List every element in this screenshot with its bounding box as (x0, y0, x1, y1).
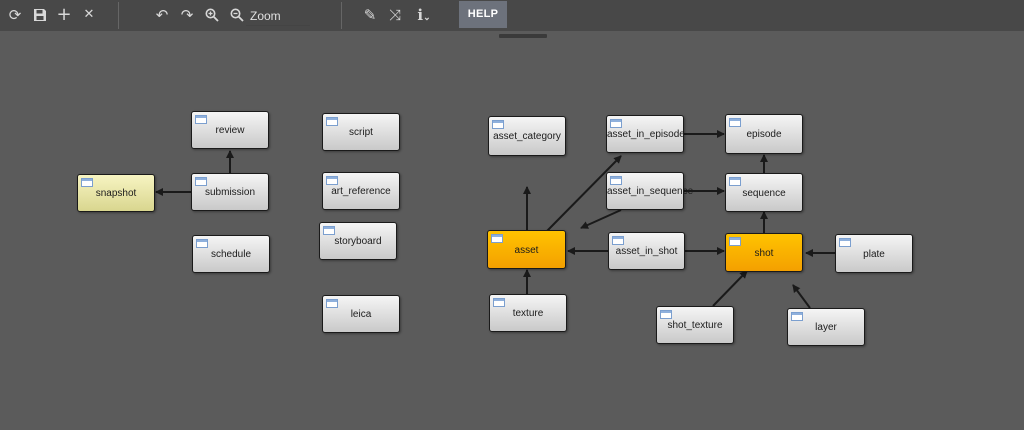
table-icon (326, 117, 338, 126)
node-art-reference[interactable]: art_reference (322, 172, 400, 210)
node-label: layer (815, 322, 837, 334)
node-label: shot (754, 247, 774, 259)
table-icon (195, 177, 207, 186)
node-submission[interactable]: submission (191, 173, 269, 211)
edge-layer-shot (792, 284, 811, 309)
table-icon (839, 238, 851, 247)
table-icon (326, 299, 338, 308)
node-shot[interactable]: shot (725, 233, 803, 272)
node-review[interactable]: review (191, 111, 269, 149)
node-leica[interactable]: leica (322, 295, 400, 333)
node-label: sequence (742, 187, 786, 199)
table-icon (610, 176, 622, 185)
node-label: asset_in_episode (607, 129, 685, 141)
table-icon (493, 298, 505, 307)
node-asset-category[interactable]: asset_category (488, 116, 566, 156)
node-label: schedule (210, 249, 252, 261)
table-icon (81, 178, 93, 187)
node-label: snapshot (95, 188, 137, 200)
node-label: texture (512, 308, 544, 320)
node-label: storyboard (334, 236, 382, 248)
node-plate[interactable]: plate (835, 234, 913, 273)
node-texture[interactable]: texture (489, 294, 567, 332)
node-label: asset (514, 244, 539, 256)
node-schedule[interactable]: schedule (192, 235, 270, 273)
node-asset-in-episode[interactable]: asset_in_episode (606, 115, 685, 153)
node-label: shot_texture (667, 320, 723, 332)
edge-asset-in-sequence-asset (580, 209, 622, 229)
table-icon (492, 120, 504, 129)
node-episode[interactable]: episode (725, 114, 803, 154)
node-label: episode (746, 129, 782, 141)
node-sequence[interactable]: sequence (725, 173, 803, 212)
node-asset-in-shot[interactable]: asset_in_shot (608, 232, 685, 270)
node-label: script (349, 127, 373, 139)
node-asset-in-sequence[interactable]: asset_in_sequence (606, 172, 694, 210)
table-icon (791, 312, 803, 321)
node-label: asset_in_shot (615, 246, 678, 258)
node-label: leica (350, 309, 372, 321)
node-snapshot[interactable]: snapshot (77, 174, 155, 212)
node-asset[interactable]: asset (487, 230, 566, 269)
table-icon (610, 119, 622, 128)
table-icon (491, 234, 503, 243)
node-label: asset_category (493, 131, 561, 143)
node-layer[interactable]: layer (787, 308, 865, 346)
node-label: asset_in_sequence (607, 186, 694, 198)
table-icon (660, 310, 672, 319)
node-shot-texture[interactable]: shot_texture (656, 306, 734, 344)
table-icon (196, 239, 208, 248)
node-label: review (215, 125, 245, 137)
node-storyboard[interactable]: storyboard (319, 222, 397, 260)
relationship-edges (155, 130, 835, 309)
node-label: submission (204, 187, 256, 199)
node-label: plate (863, 248, 885, 260)
table-icon (195, 115, 207, 124)
table-icon (612, 236, 624, 245)
table-icon (729, 177, 741, 186)
table-icon (729, 237, 741, 246)
node-script[interactable]: script (322, 113, 400, 151)
table-icon (323, 226, 335, 235)
node-label: art_reference (331, 186, 391, 198)
table-icon (326, 176, 338, 185)
edge-shot-texture-shot (712, 270, 748, 307)
table-icon (729, 118, 741, 127)
